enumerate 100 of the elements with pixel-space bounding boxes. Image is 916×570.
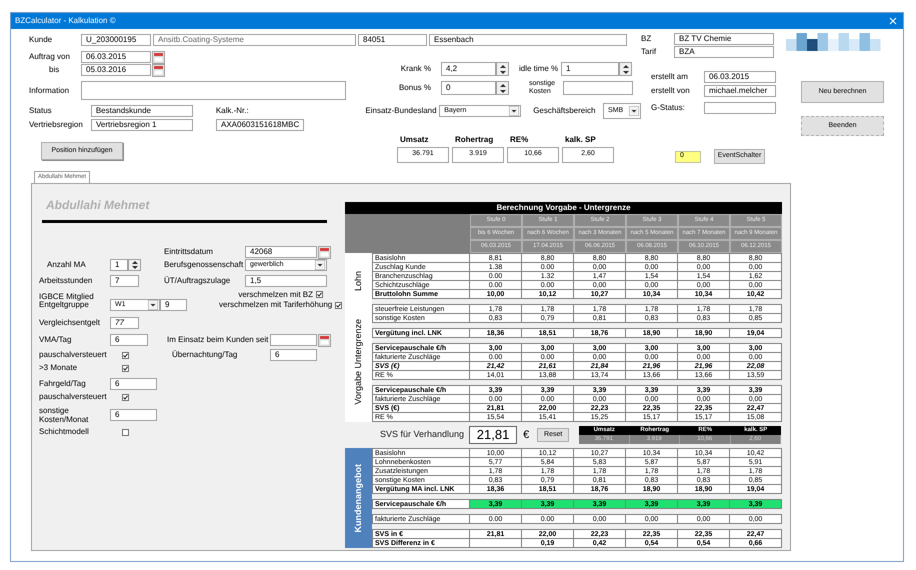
- section-label: Lohn: [352, 270, 364, 291]
- up-arrow-icon: [500, 64, 506, 68]
- calendar-icon[interactable]: [318, 246, 331, 258]
- spin-button[interactable]: [619, 62, 632, 76]
- check-icon: [123, 394, 128, 400]
- up-arrow-icon: [622, 64, 628, 68]
- text-field[interactable]: BZ TV Chemie: [674, 33, 774, 45]
- text-field[interactable]: michael.melcher: [704, 85, 776, 97]
- text-field[interactable]: 9: [160, 299, 187, 311]
- check-icon: [123, 352, 128, 358]
- field-label: Status: [29, 107, 53, 115]
- text-field[interactable]: 7: [110, 275, 139, 287]
- field-label: sonstige Kosten/Monat: [39, 406, 90, 424]
- text-field[interactable]: 6: [110, 334, 148, 346]
- text-field[interactable]: Bestandskunde: [90, 105, 193, 117]
- text-field[interactable]: 0: [441, 81, 496, 95]
- svs-field[interactable]: 21,81: [469, 426, 518, 444]
- field-label: Arbeitsstunden: [39, 277, 94, 285]
- text-field[interactable]: U_203000195: [81, 34, 151, 46]
- field-label: Krank %: [400, 65, 431, 73]
- text-field[interactable]: 84051: [358, 34, 427, 46]
- field-label: Information: [29, 86, 70, 94]
- text-field[interactable]: 06.03.2015: [81, 51, 151, 63]
- close-icon[interactable]: [889, 17, 897, 25]
- field-label: Vergleichsentgelt: [39, 319, 101, 327]
- text-field[interactable]: AXA0603151618MBC: [216, 119, 304, 131]
- field-label: Im Einsatz beim Kunden seit: [167, 336, 270, 344]
- calendar-icon[interactable]: [152, 64, 165, 76]
- text-field[interactable]: Essenbach: [429, 34, 627, 46]
- field-label: Fahrgeld/Tag: [39, 380, 87, 388]
- field-label: Geschäftsbereich: [533, 107, 596, 115]
- text-field[interactable]: 42068: [245, 246, 317, 258]
- text-field[interactable]: 6: [270, 349, 317, 361]
- field-label: Einsatz-Bundesland: [365, 107, 438, 115]
- currency-label: €: [523, 428, 530, 443]
- checkbox[interactable]: [122, 394, 129, 400]
- caret-icon: [315, 260, 325, 270]
- field-label: verschmelzen mit BZ: [238, 290, 313, 298]
- checkbox[interactable]: [122, 428, 129, 436]
- section-label: Vorgabe Untergrenze: [352, 318, 364, 404]
- employee-heading: Abdullahi Mehmet: [44, 197, 151, 214]
- checkbox[interactable]: [122, 352, 129, 358]
- field-label: Kunde: [29, 36, 54, 44]
- checkbox[interactable]: [122, 364, 129, 372]
- field-label: kalk. SP: [564, 136, 597, 146]
- field-label: erstellt am: [650, 73, 689, 81]
- calendar-icon[interactable]: [318, 334, 331, 346]
- text-field[interactable]: Vertriebsregion 1: [91, 119, 193, 131]
- text-field[interactable]: 6: [110, 378, 157, 390]
- text-field[interactable]: Ansitb.Coating-Systeme: [153, 34, 356, 46]
- field-label: IGBCE Mitglied: [39, 292, 94, 300]
- spin-button[interactable]: [496, 81, 509, 95]
- text-field[interactable]: 1: [110, 259, 128, 271]
- caret-icon: [629, 106, 639, 116]
- field-label: BZ: [641, 35, 652, 43]
- field-label: erstellt von: [650, 87, 691, 95]
- field-label: pauschalversteuert: [39, 351, 108, 359]
- checkbox[interactable]: [316, 291, 323, 298]
- information-field[interactable]: [81, 81, 346, 100]
- field-label: RE%: [509, 136, 530, 146]
- field-label: >3 Monate: [39, 364, 78, 372]
- field-label: idle time %: [519, 65, 560, 73]
- up-arrow-icon: [500, 84, 506, 86]
- text-field[interactable]: 1,5: [245, 275, 327, 287]
- text-field[interactable]: 06.03.2015: [704, 71, 776, 83]
- field-label: bis: [49, 66, 60, 74]
- section-label: Kundenangebot: [352, 464, 364, 532]
- text-field[interactable]: 77: [110, 317, 139, 329]
- field-label: Vertriebsregion: [29, 121, 84, 129]
- text-field[interactable]: 1: [561, 62, 619, 76]
- check-icon: [336, 302, 342, 308]
- text-field[interactable]: 6: [110, 409, 157, 421]
- spin-button[interactable]: [496, 62, 509, 76]
- spin-button[interactable]: [128, 259, 141, 271]
- field-label: Auftrag von: [29, 53, 71, 61]
- field-label: Umsatz: [399, 136, 430, 146]
- field-label: Anzahl MA: [46, 261, 87, 269]
- text-field[interactable]: 4,2: [441, 62, 496, 76]
- field-label: verschmelzen mit Tariferhöhung: [219, 301, 332, 309]
- field-label: VMA/Tag: [39, 336, 72, 344]
- check-icon: [317, 292, 322, 297]
- field-label: Bonus %: [398, 84, 431, 92]
- field-label: Rohertrag: [454, 136, 494, 146]
- down-arrow-icon: [132, 266, 138, 269]
- text-field[interactable]: BZA: [674, 46, 774, 58]
- text-field[interactable]: [704, 102, 776, 114]
- caret-icon: [509, 106, 520, 116]
- field-label: Berufsgenossenschaft: [164, 261, 244, 269]
- down-arrow-icon: [500, 90, 506, 92]
- field-label: Entgeltgruppe: [39, 301, 89, 309]
- field-label: Kalk.-Nr.:: [216, 107, 250, 115]
- text-field[interactable]: 05.03.2016: [81, 64, 151, 76]
- caret-icon: [148, 300, 158, 310]
- checkbox[interactable]: [335, 302, 342, 308]
- field-label: Schichtmodell: [39, 428, 90, 436]
- calendar-icon[interactable]: [152, 50, 165, 64]
- field-label: Übernachtung/Tag: [172, 351, 238, 359]
- text-field[interactable]: [563, 81, 633, 95]
- down-arrow-icon: [500, 70, 506, 74]
- date-field[interactable]: [270, 334, 317, 346]
